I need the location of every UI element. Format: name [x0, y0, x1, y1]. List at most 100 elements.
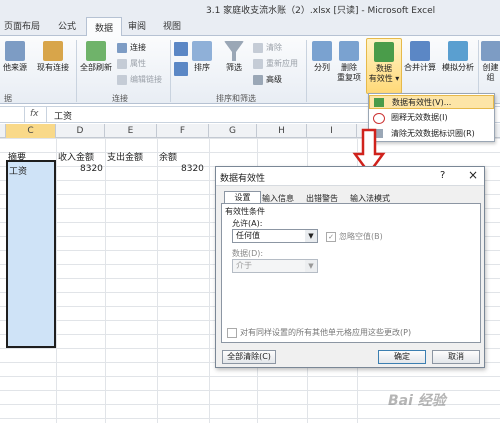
cell-e1[interactable]: 支出金额 — [107, 150, 143, 163]
allow-select[interactable]: 任何值 ▼ — [232, 229, 318, 243]
watermark: Bai 经验 — [388, 393, 446, 409]
checkbox-icon — [227, 327, 237, 338]
cell-c2[interactable]: 工资 — [9, 164, 27, 177]
cell-d1[interactable]: 收入金额 — [58, 150, 94, 163]
data-validation-icon — [374, 98, 384, 107]
sort-icon — [192, 41, 212, 61]
selected-range[interactable] — [6, 160, 56, 348]
properties-button[interactable]: 属性 — [117, 58, 146, 69]
what-if-icon — [448, 41, 468, 61]
columns-icon — [312, 41, 332, 61]
tab-page-layout[interactable]: 页面布局 — [4, 19, 40, 32]
from-other-sources-button[interactable]: 他来源 — [0, 41, 30, 73]
gridline — [56, 138, 57, 423]
data-validation-button[interactable]: 数据 有效性 ▾ — [366, 38, 402, 94]
refresh-icon — [86, 41, 106, 61]
folder-icon — [43, 41, 63, 61]
checkbox-icon: ✓ — [326, 231, 336, 242]
column-header-f[interactable]: F — [157, 124, 209, 138]
window-title: 3.1 家庭收支流水账（2）.xlsx [只读] - Microsoft Exc… — [206, 6, 436, 16]
filter-icon — [224, 41, 244, 61]
data-select[interactable]: 介于 ▼ — [232, 259, 318, 273]
data-validation-dialog: 数据有效性 ? × 设置 输入信息 出错警告 输入法模式 有效性条件 允许(A)… — [215, 166, 485, 368]
clear-icon — [253, 42, 263, 53]
tab-formulas[interactable]: 公式 — [58, 19, 76, 32]
consolidate-icon — [410, 41, 430, 61]
tab-review[interactable]: 审阅 — [128, 19, 146, 32]
ignore-blank-checkbox[interactable]: ✓ 忽略空值(B) — [326, 231, 383, 242]
database-icon — [5, 41, 25, 61]
group-separator — [306, 40, 307, 102]
column-header-i[interactable]: I — [307, 124, 357, 138]
chevron-down-icon: ▼ — [305, 260, 317, 272]
group-label-connections: 连接 — [112, 94, 128, 103]
column-header-e[interactable]: E — [105, 124, 157, 138]
cell-c1[interactable]: 摘要 — [8, 150, 26, 163]
clear-all-button[interactable]: 全部清除(C) — [222, 350, 276, 364]
tab-data[interactable]: 数据 — [86, 17, 123, 36]
title-bar: 3.1 家庭收支流水账（2）.xlsx [只读] - Microsoft Exc… — [0, 0, 500, 16]
group-icon — [481, 41, 500, 61]
reapply-button[interactable]: 重新应用 — [253, 58, 298, 69]
data-validation-menu: 数据有效性(V)... 圈释无效数据(I) 清除无效数据标识圈(R) — [368, 93, 495, 142]
column-header-h[interactable]: H — [257, 124, 307, 138]
sort-za-icon — [174, 62, 188, 76]
section-title: 有效性条件 — [225, 207, 265, 216]
dialog-title: 数据有效性 — [220, 174, 266, 184]
dialog-titlebar: 数据有效性 ? × — [216, 167, 484, 186]
menu-item-circle-invalid[interactable]: 圈释无效数据(I) — [369, 111, 494, 125]
cell-f2[interactable]: 8320 — [181, 164, 204, 174]
column-header-c[interactable]: C — [6, 124, 56, 138]
chevron-down-icon: ▼ — [305, 230, 317, 242]
gridline — [209, 138, 210, 423]
column-header-d[interactable]: D — [56, 124, 105, 138]
group-separator — [76, 40, 77, 102]
advanced-filter-button[interactable]: 高级 — [253, 74, 282, 85]
existing-connections-button[interactable]: 现有连接 — [33, 41, 73, 73]
column-header-g[interactable]: G — [209, 124, 257, 138]
ribbon-tabs: 页面布局 公式 数据 审阅 视图 — [0, 16, 500, 36]
tab-view[interactable]: 视图 — [163, 19, 181, 32]
dropdown-arrow-icon: ▾ — [395, 74, 400, 83]
reapply-icon — [253, 58, 263, 69]
remove-duplicates-button[interactable]: 删除 重复项 — [335, 41, 363, 83]
data-validation-icon — [374, 42, 394, 62]
circle-icon — [373, 113, 385, 124]
remove-duplicates-icon — [339, 41, 359, 61]
cell-d2[interactable]: 8320 — [80, 164, 103, 174]
create-group-button[interactable]: 创建组 — [481, 41, 500, 83]
group-separator — [170, 40, 171, 102]
what-if-button[interactable]: 模拟分析 — [440, 41, 476, 73]
link-icon — [117, 74, 127, 85]
consolidate-button[interactable]: 合并计算 — [402, 41, 438, 73]
allow-label: 允许(A): — [232, 219, 263, 228]
edit-links-button[interactable]: 编辑链接 — [117, 74, 162, 85]
menu-item-clear-circles[interactable]: 清除无效数据标识圈(R) — [369, 127, 494, 141]
gridline — [105, 138, 106, 423]
sort-descending-button[interactable] — [174, 62, 188, 76]
close-icon[interactable]: × — [468, 168, 478, 182]
data-label: 数据(D): — [232, 249, 264, 258]
help-icon[interactable]: ? — [440, 170, 445, 181]
cell-f1[interactable]: 余额 — [159, 150, 177, 163]
text-to-columns-button[interactable]: 分列 — [310, 41, 334, 73]
cancel-button[interactable]: 取消 — [432, 350, 480, 364]
divider — [46, 107, 47, 122]
settings-panel: 有效性条件 允许(A): 任何值 ▼ ✓ 忽略空值(B) 数据(D): 介于 ▼… — [221, 203, 481, 343]
connections-icon — [117, 42, 127, 53]
connections-button[interactable]: 连接 — [117, 42, 146, 53]
ok-button[interactable]: 确定 — [378, 350, 426, 364]
name-box[interactable] — [0, 107, 25, 122]
formula-input[interactable]: 工资 — [54, 109, 72, 122]
clear-filter-button[interactable]: 清除 — [253, 42, 282, 53]
properties-icon — [117, 58, 127, 69]
sort-az-icon — [174, 42, 188, 56]
fx-icon[interactable]: fx — [30, 109, 39, 119]
apply-all-checkbox[interactable]: 对有同样设置的所有其他单元格应用这些更改(P) — [227, 327, 411, 338]
sort-button[interactable]: 排序 — [190, 41, 214, 73]
menu-item-data-validation[interactable]: 数据有效性(V)... — [369, 95, 494, 109]
sort-ascending-button[interactable] — [174, 42, 188, 56]
refresh-all-button[interactable]: 全部刷新 — [78, 41, 114, 73]
gridline — [157, 138, 158, 423]
filter-button[interactable]: 筛选 — [222, 41, 246, 73]
